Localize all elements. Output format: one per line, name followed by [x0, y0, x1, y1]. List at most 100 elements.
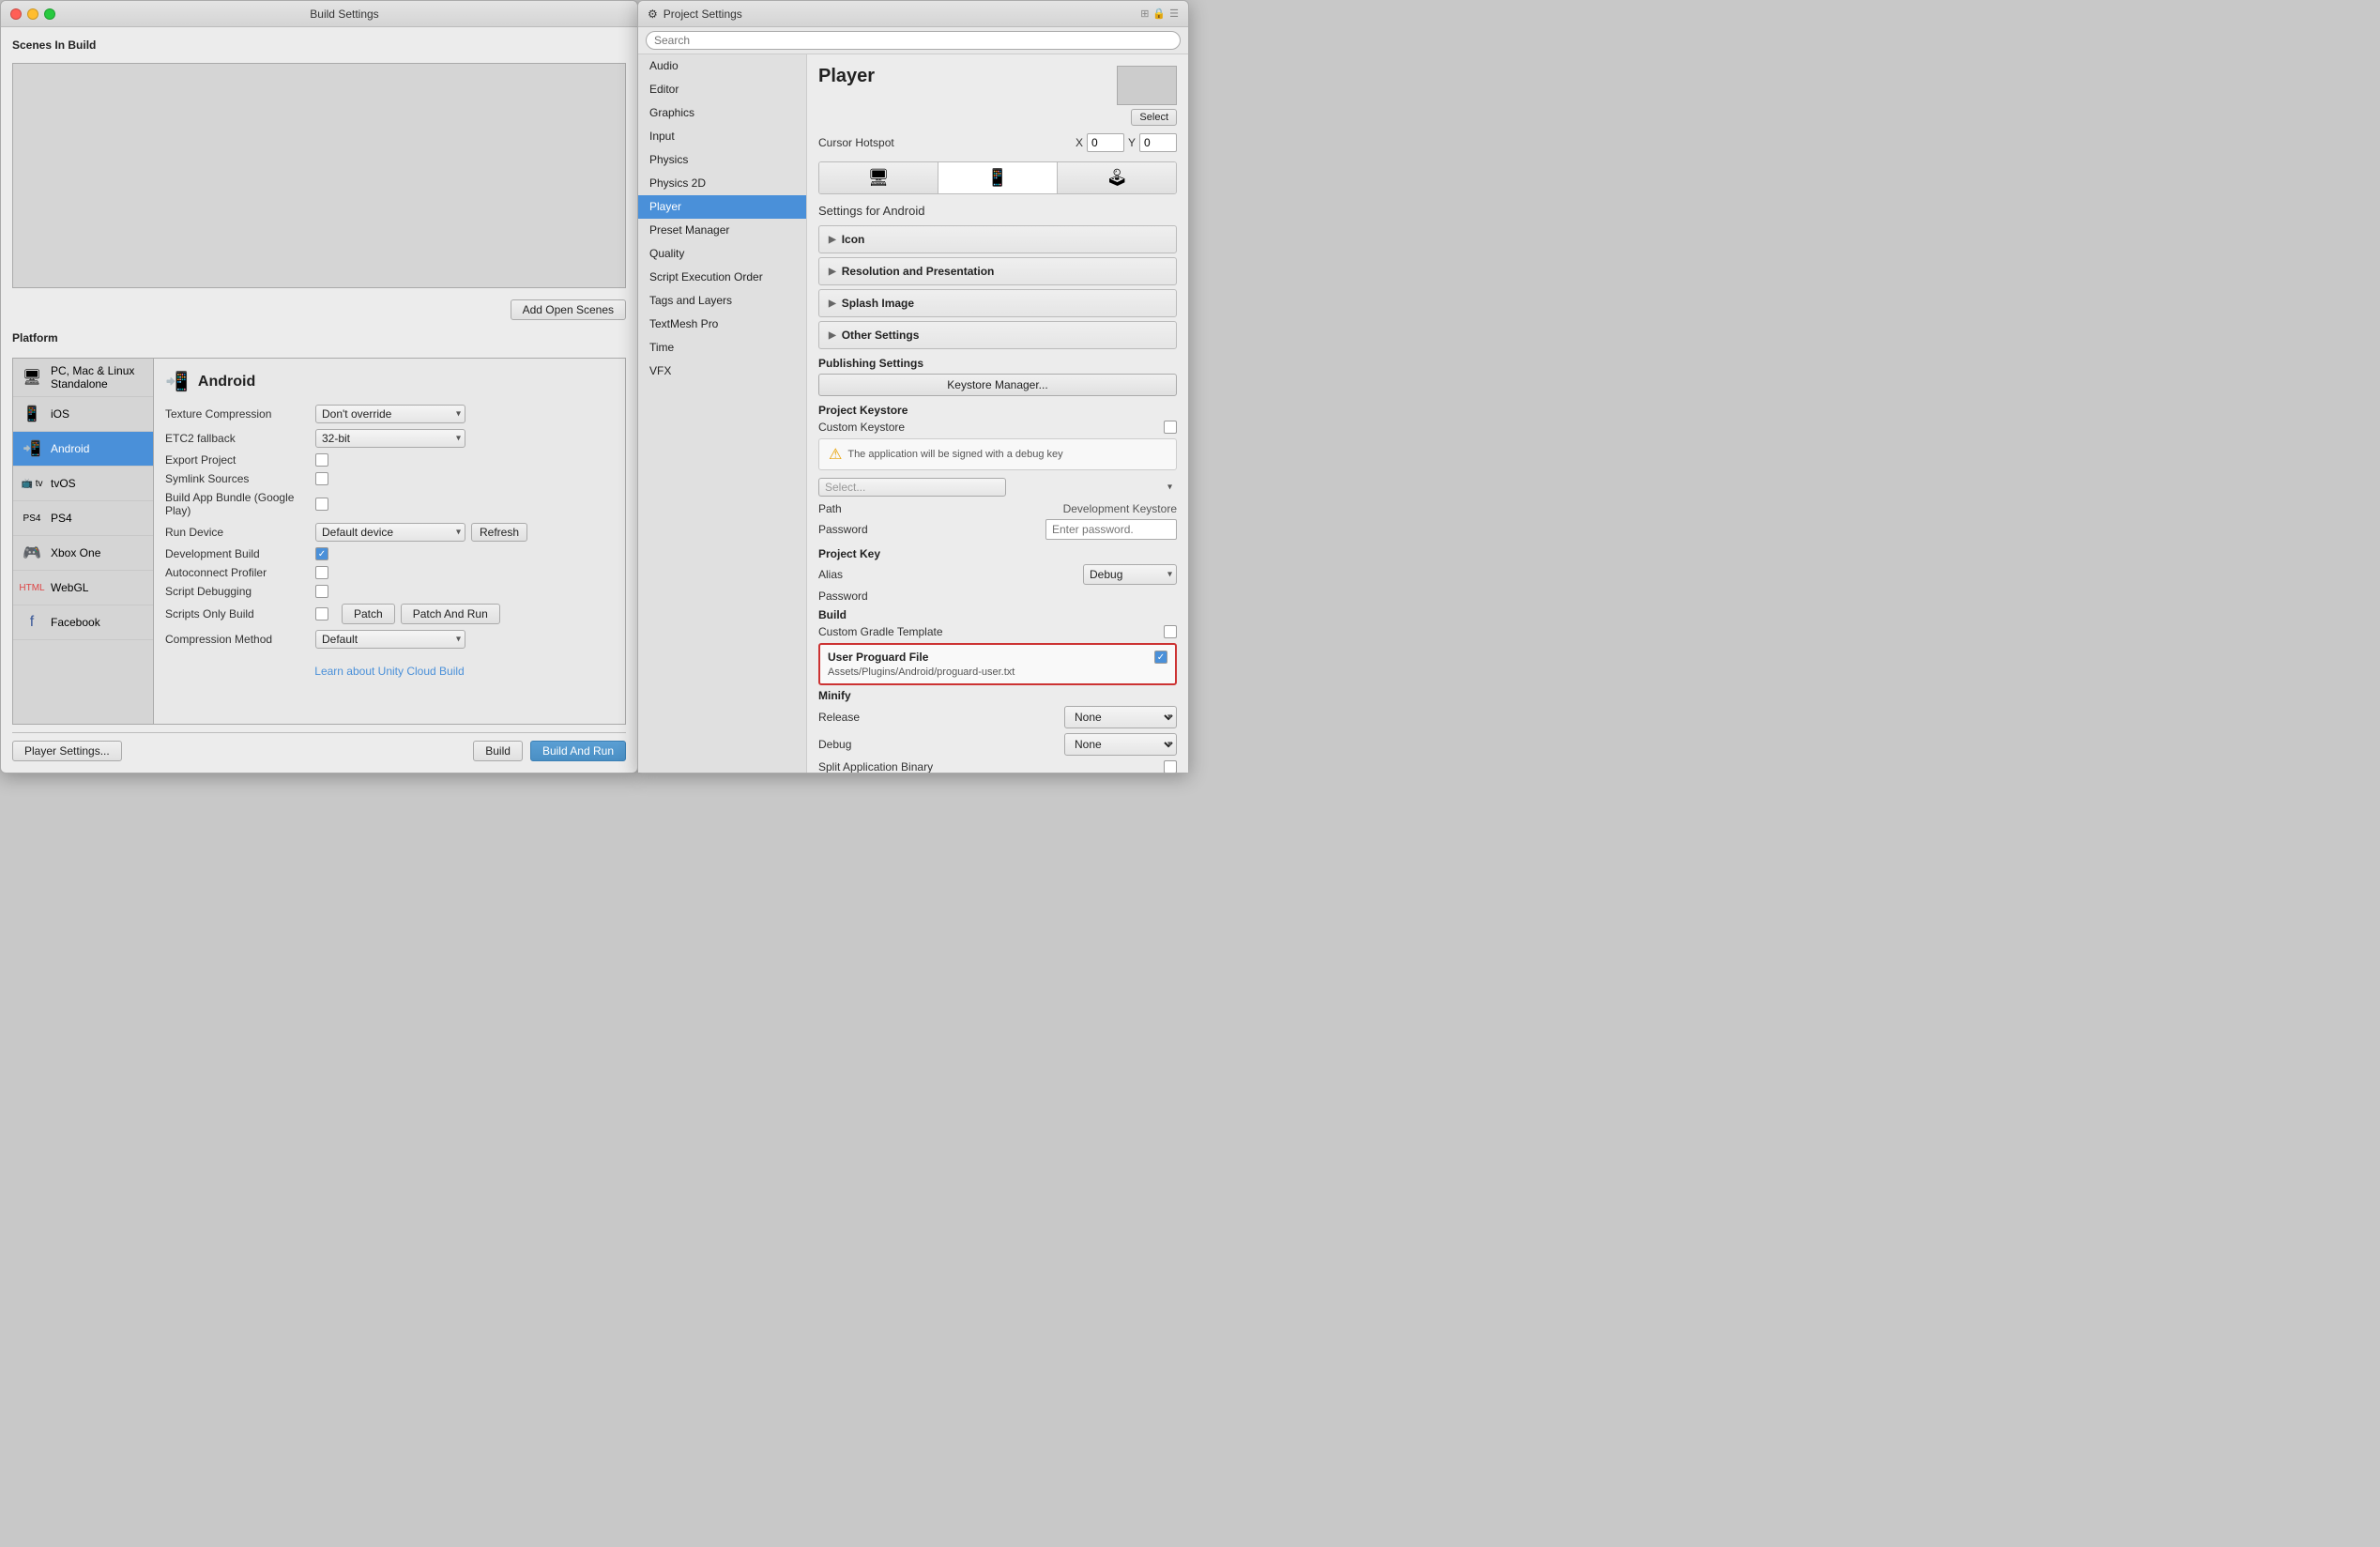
tab-desktop[interactable]: 🖥 — [819, 162, 938, 193]
platform-item-standalone[interactable]: 🖥 PC, Mac & Linux Standalone — [13, 359, 153, 397]
android-settings-header: 📲 Android — [165, 370, 614, 393]
sidebar-item-physics[interactable]: Physics — [638, 148, 806, 172]
autoconnect-profiler-row: Autoconnect Profiler — [165, 566, 614, 579]
sidebar-item-presetmanager[interactable]: Preset Manager — [638, 219, 806, 242]
player-settings-button[interactable]: Player Settings... — [12, 741, 122, 761]
build-button[interactable]: Build — [473, 741, 523, 761]
autoconnect-profiler-checkbox[interactable] — [315, 566, 328, 579]
platform-label-standalone: PC, Mac & Linux Standalone — [51, 364, 145, 391]
ps-sidebar: Audio Editor Graphics Input Physics Phys… — [638, 54, 807, 773]
symlink-sources-label: Symlink Sources — [165, 472, 315, 485]
platform-item-webgl[interactable]: HTML WebGL — [13, 571, 153, 605]
split-application-binary-checkbox[interactable] — [1164, 760, 1177, 773]
select-button[interactable]: Select — [1131, 109, 1177, 126]
platform-item-ios[interactable]: 📱 iOS — [13, 397, 153, 432]
minify-section-title: Minify — [818, 689, 1177, 702]
user-proguard-checkbox[interactable] — [1154, 651, 1167, 664]
tab-mobile[interactable]: 📱 — [938, 162, 1058, 193]
refresh-button[interactable]: Refresh — [471, 523, 527, 542]
minify-release-label: Release — [818, 711, 1064, 724]
development-build-label: Development Build — [165, 547, 315, 560]
bottom-right-controls: Build Build And Run — [473, 741, 626, 761]
build-app-bundle-checkbox[interactable] — [315, 498, 328, 511]
icon-section: ▶ Icon — [818, 225, 1177, 253]
sidebar-item-input[interactable]: Input — [638, 125, 806, 148]
platform-item-tvos[interactable]: 📺 tv tvOS — [13, 467, 153, 501]
patch-and-run-button[interactable]: Patch And Run — [401, 604, 500, 624]
cursor-x-input[interactable] — [1087, 133, 1124, 152]
platform-item-android[interactable]: 📲 Android — [13, 432, 153, 467]
user-proguard-header: User Proguard File — [828, 651, 1167, 664]
symlink-sources-checkbox[interactable] — [315, 472, 328, 485]
sidebar-item-scriptexecutionorder[interactable]: Script Execution Order — [638, 266, 806, 289]
development-build-checkbox[interactable] — [315, 547, 328, 560]
scripts-only-build-checkbox[interactable] — [315, 607, 328, 620]
sidebar-item-vfx[interactable]: VFX — [638, 360, 806, 383]
sidebar-item-tagsandlayers[interactable]: Tags and Layers — [638, 289, 806, 313]
close-button[interactable] — [10, 8, 22, 20]
export-project-checkbox[interactable] — [315, 453, 328, 467]
sidebar-item-physics2d[interactable]: Physics 2D — [638, 172, 806, 195]
custom-keystore-checkbox[interactable] — [1164, 421, 1177, 434]
sidebar-item-quality[interactable]: Quality — [638, 242, 806, 266]
player-thumbnail — [1117, 66, 1177, 105]
icon-section-header[interactable]: ▶ Icon — [819, 226, 1176, 253]
password-input[interactable] — [1045, 519, 1177, 540]
platform-list: 🖥 PC, Mac & Linux Standalone 📱 iOS 📲 And… — [12, 358, 153, 725]
sidebar-item-editor[interactable]: Editor — [638, 78, 806, 101]
run-device-select[interactable]: Default device — [315, 523, 465, 542]
compression-method-select[interactable]: Default — [315, 630, 465, 649]
xy-inputs: X Y — [1076, 133, 1177, 152]
resolution-section-header[interactable]: ▶ Resolution and Presentation — [819, 258, 1176, 284]
ps-gear-icon: ⚙ — [648, 8, 658, 21]
minify-release-select[interactable]: None — [1064, 706, 1177, 728]
run-device-controls: Default device Refresh — [315, 523, 527, 542]
sidebar-item-player[interactable]: Player — [638, 195, 806, 219]
ps-search-input[interactable] — [646, 31, 1181, 50]
sidebar-item-time[interactable]: Time — [638, 336, 806, 360]
sidebar-item-audio[interactable]: Audio — [638, 54, 806, 78]
ps-menu-icon[interactable]: ☰ — [1169, 8, 1179, 20]
script-debugging-checkbox[interactable] — [315, 585, 328, 598]
texture-compression-select[interactable]: Don't override — [315, 405, 465, 423]
settings-for-label: Settings for Android — [818, 204, 1177, 218]
key-password-label: Password — [818, 590, 1177, 603]
tab-gamepad[interactable]: 🕹 — [1058, 162, 1176, 193]
platform-item-xboxone[interactable]: 🎮 Xbox One — [13, 536, 153, 571]
maximize-button[interactable] — [44, 8, 55, 20]
password-label: Password — [818, 523, 1045, 536]
cloud-build-link[interactable]: Learn about Unity Cloud Build — [314, 665, 464, 678]
other-settings-arrow: ▶ — [829, 330, 836, 341]
etc2-fallback-label: ETC2 fallback — [165, 432, 315, 445]
build-and-run-button[interactable]: Build And Run — [530, 741, 626, 761]
etc2-fallback-select-wrapper: 32-bit — [315, 429, 465, 448]
patch-button[interactable]: Patch — [342, 604, 395, 624]
other-settings-section-header[interactable]: ▶ Other Settings — [819, 322, 1176, 348]
etc2-fallback-select[interactable]: 32-bit — [315, 429, 465, 448]
xbox-icon: 🎮 — [21, 542, 43, 564]
minify-debug-select[interactable]: None — [1064, 733, 1177, 756]
platform-item-ps4[interactable]: PS4 PS4 — [13, 501, 153, 536]
scripts-only-build-row: Scripts Only Build Patch Patch And Run — [165, 604, 614, 624]
scenes-section-title: Scenes In Build — [12, 38, 626, 52]
tvos-icon: 📺 tv — [21, 472, 43, 495]
splash-image-section-header[interactable]: ▶ Splash Image — [819, 290, 1176, 316]
platform-item-facebook[interactable]: f Facebook — [13, 605, 153, 640]
minify-release-select-wrapper: None — [1064, 706, 1177, 728]
sidebar-item-textmeshpro[interactable]: TextMesh Pro — [638, 313, 806, 336]
alias-select[interactable]: Debug — [1083, 564, 1177, 585]
ps-lock-icon[interactable]: 🔒 — [1152, 8, 1166, 20]
ps-grid-icon[interactable]: ⊞ — [1140, 8, 1149, 20]
custom-gradle-checkbox[interactable] — [1164, 625, 1177, 638]
minimize-button[interactable] — [27, 8, 38, 20]
cursor-y-input[interactable] — [1139, 133, 1177, 152]
build-section: Build Custom Gradle Template User Progua… — [818, 608, 1177, 685]
keystore-manager-button[interactable]: Keystore Manager... — [818, 374, 1177, 396]
sidebar-item-graphics[interactable]: Graphics — [638, 101, 806, 125]
keystore-select[interactable]: Select... — [818, 478, 1006, 497]
add-open-scenes-button[interactable]: Add Open Scenes — [511, 299, 626, 320]
build-settings-title: Build Settings — [61, 8, 628, 21]
ps-window-controls: ⊞ 🔒 ☰ — [1140, 8, 1179, 20]
warning-box: ⚠ The application will be signed with a … — [818, 438, 1177, 470]
split-application-binary-row: Split Application Binary — [818, 760, 1177, 773]
